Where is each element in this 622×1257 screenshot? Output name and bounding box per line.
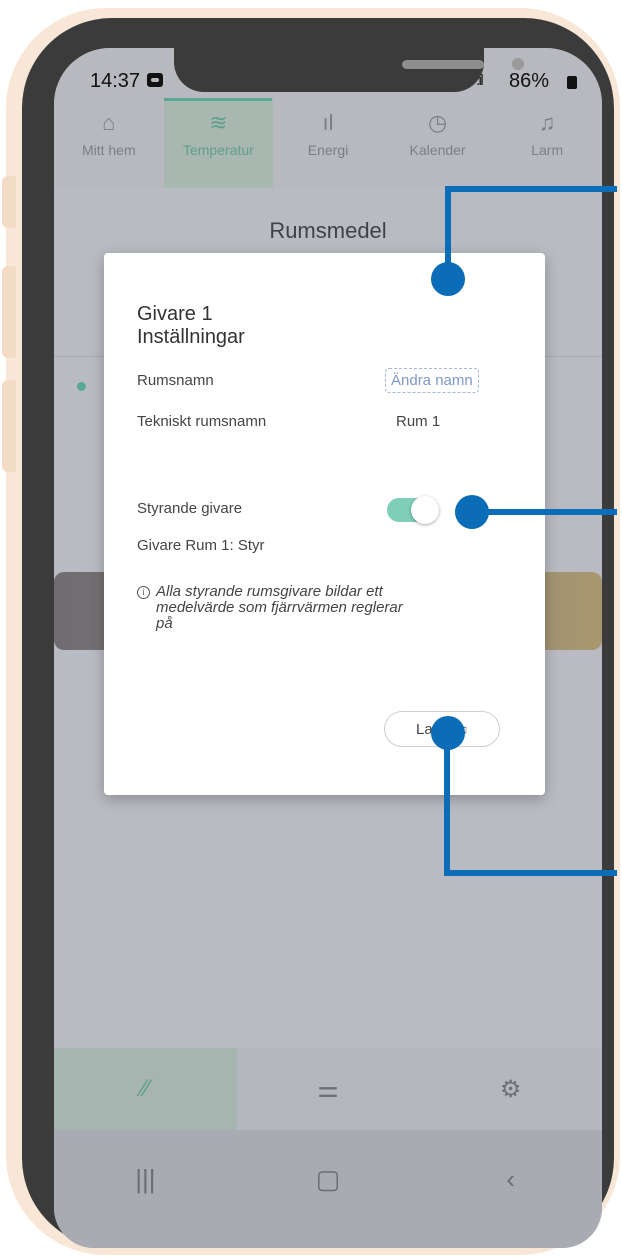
speaker-grille: [402, 60, 484, 69]
energy-icon: ıl: [322, 110, 334, 135]
callout-dot-larm: [431, 716, 465, 750]
technical-name-value: Rum 1: [396, 413, 441, 430]
gallery-icon: [147, 73, 163, 87]
callout-line-horizontal-2: [470, 509, 617, 515]
rename-link[interactable]: Ändra namn: [385, 368, 479, 393]
technical-name-label: Tekniskt rumsnamn: [137, 413, 267, 430]
info-text: Alla styrande rumsgivare bildar ett mede…: [156, 583, 403, 632]
battery-icon: [567, 76, 577, 89]
section-title: Rumsmedel: [269, 218, 387, 243]
callout-dot-toggle: [455, 495, 489, 529]
top-navigation: ⌂ Mitt hem ≋ Temperatur ıl Energi ◷ Kale…: [54, 98, 602, 188]
dialog-title-line2: Inställningar: [137, 326, 245, 348]
info-icon: i: [137, 586, 150, 599]
tab-larm[interactable]: ♫ Larm: [492, 98, 602, 188]
callout-dot-dialog: [431, 262, 465, 296]
sensor-status-dot: [77, 382, 86, 391]
controlling-sensor-label: Styrande givare: [137, 500, 243, 517]
temperature-icon: ≋: [209, 110, 228, 135]
home-icon: ⌂: [102, 110, 116, 135]
tab-energi[interactable]: ıl Energi: [273, 98, 383, 188]
home-circle-icon: ▢: [315, 1164, 341, 1194]
dialog-title: Givare 1 Inställningar: [137, 303, 245, 349]
tab-label: Kalender: [409, 142, 466, 158]
bell-icon: ♫: [538, 110, 556, 135]
side-button-middle: [2, 266, 16, 358]
tab-label: Energi: [307, 142, 349, 158]
callout-line-horizontal-3: [444, 870, 617, 876]
tab-label: Mitt hem: [81, 142, 136, 158]
home-system-button[interactable]: ▢: [237, 1130, 420, 1248]
side-button-bottom: [2, 380, 16, 472]
battery-percentage: 86%: [509, 70, 550, 92]
system-navigation-bar: ||| ▢ ‹: [54, 1130, 602, 1248]
tab-temperatur[interactable]: ≋ Temperatur: [163, 98, 274, 188]
callout-line-vertical-3: [444, 736, 450, 876]
sensor-status-text: Givare Rum 1: Styr: [137, 537, 265, 554]
gear-icon: ⚙: [499, 1075, 522, 1103]
side-button-top: [2, 176, 16, 228]
callout-line-horizontal-1: [445, 186, 617, 192]
tab-label: Temperatur: [182, 142, 254, 158]
tab-mitt-hem[interactable]: ⌂ Mitt hem: [54, 98, 164, 188]
recent-apps-button[interactable]: |||: [54, 1130, 237, 1248]
room-name-label: Rumsnamn: [137, 372, 214, 389]
front-camera: [512, 58, 524, 70]
back-icon: ‹: [506, 1164, 516, 1194]
sliders-button[interactable]: ⚌: [237, 1048, 420, 1130]
active-tab-indicator: [164, 98, 272, 101]
back-button[interactable]: ‹: [419, 1130, 602, 1248]
tab-label: Larm: [531, 142, 564, 158]
toggle-knob: [411, 496, 439, 524]
recent-apps-icon: |||: [135, 1164, 156, 1194]
gauge-button[interactable]: ⁄⁄: [54, 1048, 237, 1130]
sliders-icon: ⚌: [317, 1075, 339, 1103]
status-time: 14:37: [90, 70, 141, 92]
controlling-sensor-toggle[interactable]: [387, 496, 439, 524]
calendar-icon: ◷: [427, 110, 448, 135]
camera-notch: [174, 48, 524, 92]
gauge-icon: ⁄⁄: [141, 1075, 150, 1102]
settings-button[interactable]: ⚙: [419, 1048, 602, 1130]
tab-kalender[interactable]: ◷ Kalender: [383, 98, 493, 188]
bottom-toolbar: ⁄⁄ ⚌ ⚙: [54, 1048, 602, 1130]
dialog-title-line1: Givare 1: [137, 303, 213, 325]
